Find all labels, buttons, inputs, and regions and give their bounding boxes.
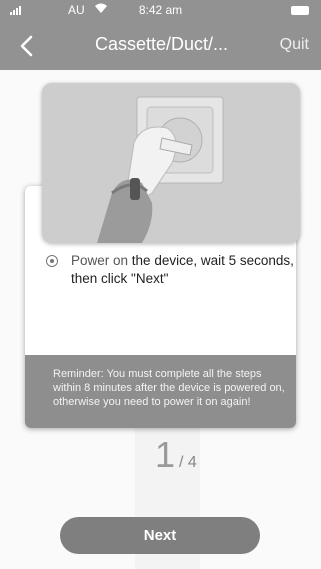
instruction-highlight: Power on <box>71 253 129 268</box>
status-bar: AU 8:42 am <box>0 0 321 22</box>
chevron-left-icon <box>20 35 33 57</box>
step-indicator: 1/ 4 <box>155 434 197 476</box>
nav-bar: Cassette/Duct/... Quit <box>0 22 321 70</box>
next-button[interactable]: Next <box>60 517 260 554</box>
step-radio-icon <box>46 255 58 267</box>
power-plug-illustration <box>42 83 300 243</box>
step-instruction: Power on the device, wait 5 seconds, the… <box>71 252 296 288</box>
status-time: 8:42 am <box>138 3 183 17</box>
current-step: 1 <box>155 434 176 475</box>
total-steps: / 4 <box>179 454 197 471</box>
battery-icon <box>291 6 309 15</box>
quit-button[interactable]: Quit <box>280 36 309 54</box>
reminder-banner: Reminder: You must complete all the step… <box>25 355 296 428</box>
back-button[interactable] <box>16 34 40 58</box>
page-title: Cassette/Duct/... <box>95 34 229 54</box>
